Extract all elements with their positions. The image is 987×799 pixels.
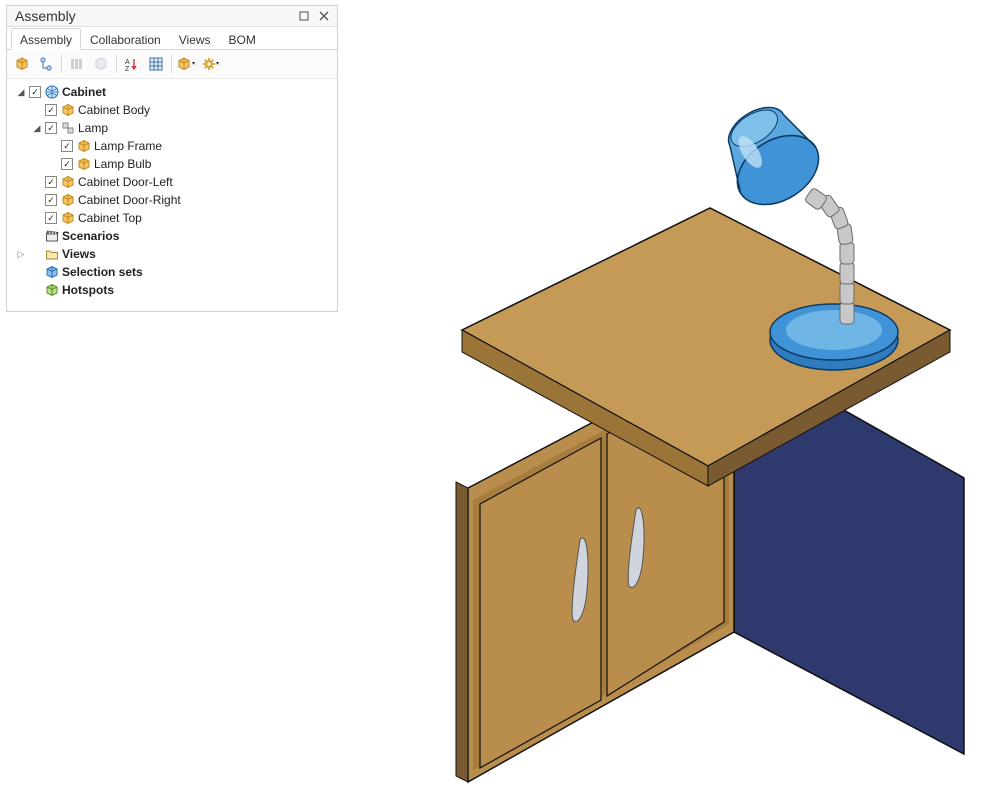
tree-node-lamp-bulb[interactable]: ▶ ✓ Lamp Bulb [9, 155, 335, 173]
tab-assembly[interactable]: Assembly [11, 28, 81, 50]
toolbar-btn-grid[interactable] [145, 53, 167, 75]
cube-blue-icon [44, 264, 60, 280]
tree-node-door-left[interactable]: ▶ ✓ Cabinet Door-Left [9, 173, 335, 191]
tab-views[interactable]: Views [170, 28, 220, 50]
tree-label: Cabinet Door-Left [78, 175, 173, 189]
checkbox[interactable]: ✓ [45, 212, 57, 224]
tree-label: Views [62, 247, 96, 261]
checkbox[interactable]: ✓ [45, 194, 57, 206]
part-icon [60, 102, 76, 118]
part-icon [76, 138, 92, 154]
assembly-tree: ◢ ✓ Cabinet ▶ ✓ Cabinet Body ◢ ✓ Lamp ▶ [7, 79, 337, 311]
tree-node-hotspots[interactable]: ▶ ✓ Hotspots [9, 281, 335, 299]
checkbox[interactable]: ✓ [29, 86, 41, 98]
checkbox[interactable]: ✓ [45, 104, 57, 116]
tree-node-door-right[interactable]: ▶ ✓ Cabinet Door-Right [9, 191, 335, 209]
assembly-icon [60, 120, 76, 136]
toolbar-separator [61, 55, 62, 73]
tab-bar: Assembly Collaboration Views BOM [7, 27, 337, 50]
checkbox[interactable]: ✓ [45, 176, 57, 188]
part-icon [76, 156, 92, 172]
expander-icon[interactable]: ▷ [15, 248, 27, 260]
tree-label: Cabinet Body [78, 103, 150, 117]
tree-node-lamp[interactable]: ◢ ✓ Lamp [9, 119, 335, 137]
expander-icon[interactable]: ◢ [31, 122, 43, 134]
tree-label: Cabinet [62, 85, 106, 99]
tree-label: Scenarios [62, 229, 119, 243]
toolbar: AZ [7, 50, 337, 79]
svg-text:Z: Z [125, 66, 130, 72]
tree-node-scenarios[interactable]: ▶ ✓ Scenarios [9, 227, 335, 245]
expander-icon[interactable]: ◢ [15, 86, 27, 98]
toolbar-btn-cube-dropdown[interactable] [176, 53, 198, 75]
tree-node-cabinet[interactable]: ◢ ✓ Cabinet [9, 83, 335, 101]
assembly-panel: Assembly Assembly Collaboration Views BO… [6, 5, 338, 312]
panel-header: Assembly [7, 6, 337, 27]
toolbar-btn-cube[interactable] [11, 53, 33, 75]
tree-label: Lamp [78, 121, 108, 135]
part-icon [60, 210, 76, 226]
panel-title: Assembly [15, 8, 291, 24]
checkbox[interactable]: ✓ [45, 122, 57, 134]
tree-node-cabinet-body[interactable]: ▶ ✓ Cabinet Body [9, 101, 335, 119]
tree-label: Cabinet Door-Right [78, 193, 181, 207]
part-icon [60, 174, 76, 190]
tree-node-lamp-frame[interactable]: ▶ ✓ Lamp Frame [9, 137, 335, 155]
checkbox[interactable]: ✓ [61, 140, 73, 152]
tab-collaboration[interactable]: Collaboration [81, 28, 170, 50]
tree-label: Lamp Bulb [94, 157, 151, 171]
cube-green-icon [44, 282, 60, 298]
tree-label: Selection sets [62, 265, 143, 279]
toolbar-btn-gear[interactable] [200, 53, 222, 75]
tree-node-selection-sets[interactable]: ▶ ✓ Selection sets [9, 263, 335, 281]
tree-label: Hotspots [62, 283, 114, 297]
clapperboard-icon [44, 228, 60, 244]
tree-label: Cabinet Top [78, 211, 142, 225]
maximize-icon[interactable] [297, 9, 311, 23]
toolbar-btn-columns[interactable] [66, 53, 88, 75]
toolbar-separator [171, 55, 172, 73]
globe-icon [44, 84, 60, 100]
svg-text:A: A [125, 59, 130, 66]
checkbox[interactable]: ✓ [61, 158, 73, 170]
tree-node-views[interactable]: ▷ ✓ Views [9, 245, 335, 263]
toolbar-btn-cube2[interactable] [90, 53, 112, 75]
part-icon [60, 192, 76, 208]
folder-icon [44, 246, 60, 262]
toolbar-btn-sort[interactable]: AZ [121, 53, 143, 75]
tree-label: Lamp Frame [94, 139, 162, 153]
tab-bom[interactable]: BOM [220, 28, 265, 50]
toolbar-btn-tree[interactable] [35, 53, 57, 75]
close-icon[interactable] [317, 9, 331, 23]
toolbar-separator [116, 55, 117, 73]
tree-node-cabinet-top[interactable]: ▶ ✓ Cabinet Top [9, 209, 335, 227]
